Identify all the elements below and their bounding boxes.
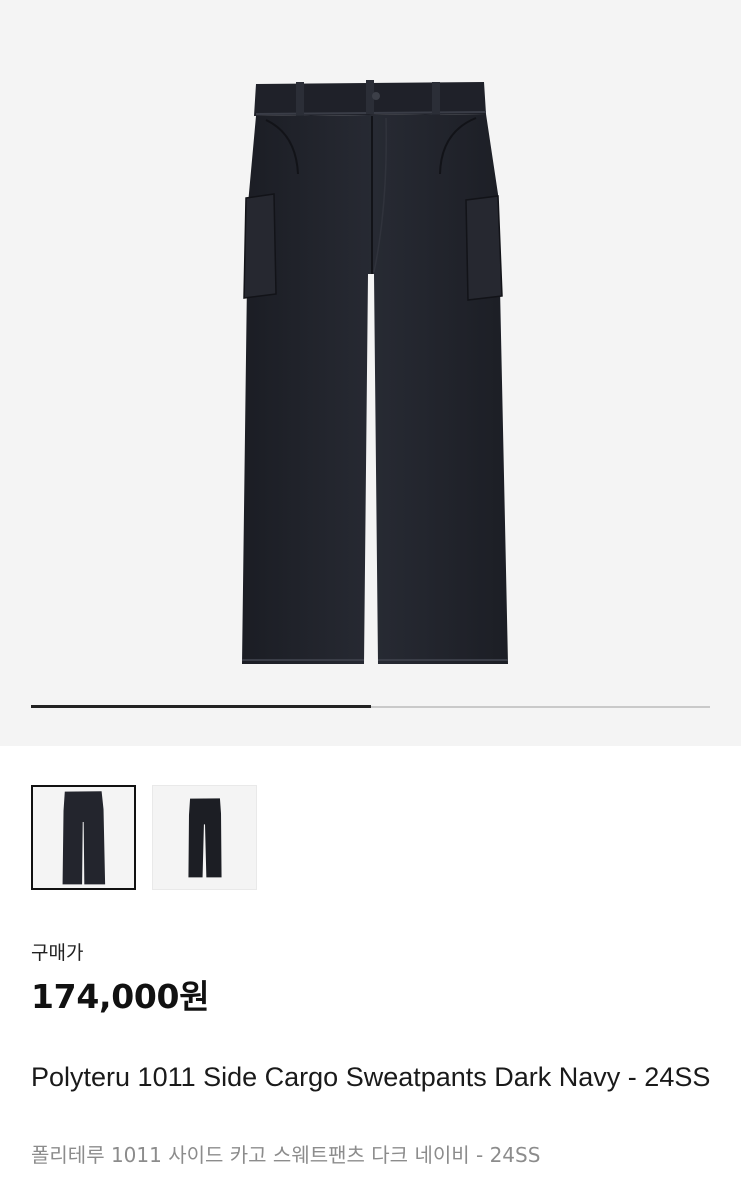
thumbnail-strip (31, 785, 257, 890)
gallery-progress-bar (31, 705, 710, 708)
price-value: 174,000원 (31, 977, 210, 1016)
pants-product-image (242, 80, 508, 664)
gallery-progress-fill (31, 705, 371, 708)
pants-thumbnail-icon (187, 797, 222, 877)
price-label: 구매가 (31, 942, 84, 964)
thumbnail-1[interactable] (31, 785, 136, 890)
product-title-korean: 폴리테루 1011 사이드 카고 스웨트팬츠 다크 네이비 - 24SS (31, 1143, 541, 1167)
product-image-gallery[interactable] (0, 0, 741, 746)
product-title-english: Polyteru 1011 Side Cargo Sweatpants Dark… (31, 1062, 711, 1092)
thumbnail-2[interactable] (152, 785, 257, 890)
pants-thumbnail-icon (62, 790, 105, 884)
